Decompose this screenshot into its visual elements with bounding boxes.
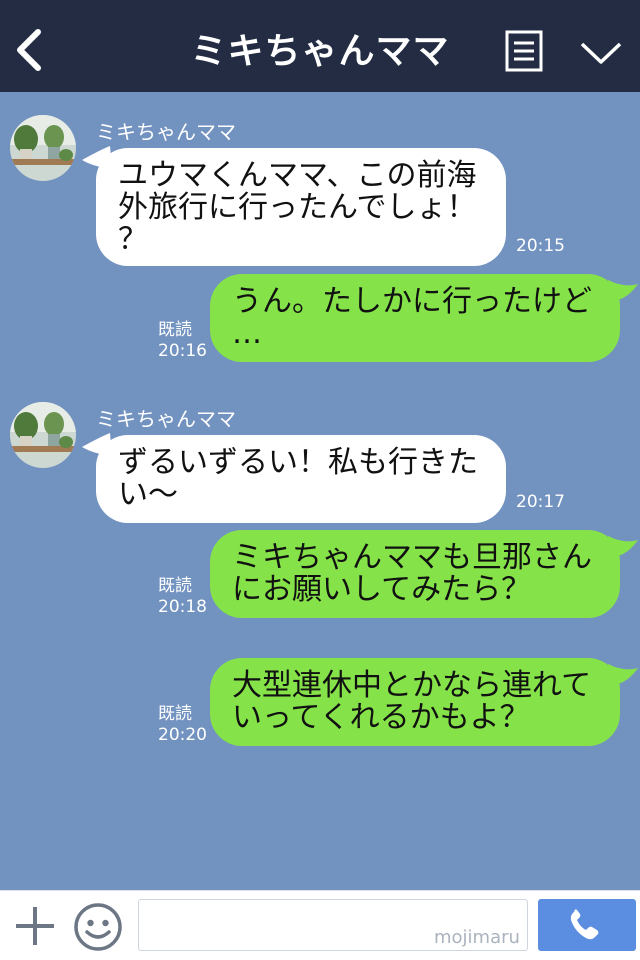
message-line: うん。たしかに行ったけど (232, 284, 592, 319)
chat-header: ミキちゃんママ (0, 0, 640, 92)
read-receipt: 既読 (158, 576, 192, 596)
chevron-down-icon (580, 42, 622, 64)
smiley-icon (74, 903, 122, 951)
read-receipt: 既読 (158, 704, 192, 724)
message-line: ユウマくんママ、この前海 (118, 158, 477, 193)
phone-icon (570, 909, 599, 940)
read-receipt: 既読 (158, 320, 192, 340)
sender-name: ミキちゃんママ (96, 120, 236, 144)
watermark: mojimaru (434, 927, 520, 948)
message-meta: 既読 20:20 (158, 704, 207, 746)
bubble-tail (606, 664, 638, 686)
message-time: 20:20 (158, 725, 207, 745)
message-meta: 既読 20:18 (158, 576, 207, 618)
plus-button[interactable] (14, 905, 56, 947)
plus-icon (16, 907, 54, 945)
message-time: 20:16 (158, 341, 207, 361)
avatar[interactable] (10, 115, 76, 181)
chat-title: ミキちゃんママ (190, 31, 450, 72)
avatar[interactable] (10, 402, 76, 468)
menu-button[interactable] (505, 30, 543, 72)
plant-avatar-icon (10, 115, 76, 181)
message-meta: 既読 20:16 (158, 320, 207, 362)
message-line: ずるいずるい！私も行きた (118, 445, 478, 480)
message-line: … (232, 316, 262, 351)
message-time: 20:17 (516, 492, 565, 512)
input-bar: mojimaru (0, 890, 640, 960)
plant-avatar-icon (10, 402, 76, 468)
message-line: ミキちゃんママも旦那さん (232, 540, 592, 575)
back-button[interactable] (10, 26, 50, 74)
message-line: 大型連休中とかなら連れて (232, 668, 592, 703)
message-line: いってくれるかもよ？ (232, 700, 530, 735)
menu-icon (505, 30, 543, 72)
message-line: ？ (118, 222, 148, 257)
bubble-tail (606, 280, 638, 302)
message-line: い〜 (118, 477, 178, 512)
message-bubble-incoming[interactable]: ユウマくんママ、この前海 外旅行に行ったんでしょ！ ？ (96, 148, 506, 266)
message-bubble-outgoing[interactable]: ミキちゃんママも旦那さん にお願いしてみたら？ (210, 530, 620, 618)
call-button[interactable] (538, 899, 636, 951)
message-line: 外旅行に行ったんでしょ！ (118, 190, 477, 225)
message-line: にお願いしてみたら？ (232, 572, 532, 607)
bubble-tail (606, 536, 638, 558)
sender-name: ミキちゃんママ (96, 407, 236, 431)
message-bubble-outgoing[interactable]: 大型連休中とかなら連れて いってくれるかもよ？ (210, 658, 620, 746)
message-bubble-outgoing[interactable]: うん。たしかに行ったけど … (210, 274, 620, 362)
message-time: 20:18 (158, 597, 207, 617)
chevron-left-icon (17, 29, 41, 71)
message-bubble-incoming[interactable]: ずるいずるい！私も行きた い〜 (96, 435, 506, 523)
message-time: 20:15 (516, 236, 565, 256)
emoji-button[interactable] (73, 902, 123, 952)
collapse-button[interactable] (578, 36, 624, 68)
